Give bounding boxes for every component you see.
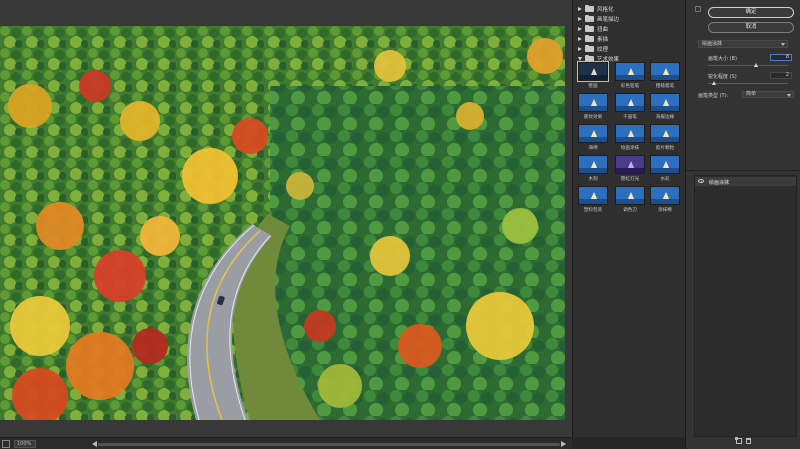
chevron-down-icon <box>781 43 785 46</box>
filter-thumb[interactable]: 调色刀 <box>615 186 645 213</box>
scroll-right-icon[interactable] <box>561 441 566 447</box>
filter-thumb[interactable]: 海报边缘 <box>650 93 680 120</box>
category-folder[interactable]: 纹理 <box>573 44 686 53</box>
filter-thumb-mural[interactable]: 壁画 <box>577 61 609 89</box>
brush-size-slider[interactable] <box>708 63 788 67</box>
brush-type-label: 画笔类型 (T): <box>698 93 729 99</box>
brush-size-field[interactable]: 8 <box>770 54 792 61</box>
effect-layer-row[interactable]: 绘画涂抹 <box>695 177 796 186</box>
slider-handle[interactable] <box>712 81 716 85</box>
collapse-arrow-icon <box>578 56 582 61</box>
eye-icon[interactable] <box>698 179 704 183</box>
brush-type-select[interactable]: 简单 <box>742 91 794 98</box>
filter-thumb[interactable]: 底纹效果 <box>578 93 608 120</box>
status-bar: 100% <box>0 437 572 449</box>
cancel-button[interactable]: 取消 <box>708 22 794 33</box>
filter-thumb[interactable]: 干画笔 <box>615 93 645 120</box>
filter-thumb[interactable]: 木刻 <box>578 155 608 182</box>
folder-icon <box>585 34 594 42</box>
expand-arrow-icon <box>578 16 582 21</box>
folder-icon <box>585 14 594 22</box>
autumn-forest-road-photo <box>0 26 565 420</box>
slider-handle[interactable] <box>754 63 758 67</box>
filter-thumb[interactable]: 彩色铅笔 <box>615 62 645 89</box>
chevron-down-icon <box>787 94 791 97</box>
filter-thumb[interactable]: 胶片颗粒 <box>650 124 680 151</box>
category-folder[interactable]: 素描 <box>573 34 686 43</box>
zoom-toggle-icon[interactable] <box>2 440 10 448</box>
folder-icon <box>585 44 594 52</box>
new-effect-layer-icon[interactable] <box>735 437 742 444</box>
scroll-left-icon[interactable] <box>92 441 97 447</box>
expand-arrow-icon <box>578 46 582 51</box>
filter-thumb[interactable]: 海绵 <box>578 124 608 151</box>
scroll-track[interactable] <box>98 443 560 446</box>
expand-arrow-icon <box>578 26 582 31</box>
brush-size-label: 画笔大小 (B) <box>708 56 737 62</box>
folder-open-icon <box>585 54 594 62</box>
ok-button[interactable]: 确定 <box>708 7 794 18</box>
expand-arrow-icon <box>578 36 582 41</box>
sharpness-field[interactable]: 2 <box>770 72 792 79</box>
filter-settings-panel: 确定 取消 绘画涂抹 画笔大小 (B) 8 锐化程度 (S) 2 画笔类型 (T… <box>685 0 800 449</box>
filter-thumb[interactable]: 塑料包装 <box>578 186 608 213</box>
filter-type-select[interactable]: 绘画涂抹 <box>698 40 788 48</box>
divider <box>686 170 800 171</box>
filter-thumb[interactable]: 霓虹灯光 <box>615 155 645 182</box>
category-folder[interactable]: 风格化 <box>573 4 686 13</box>
horizontal-scrollbar[interactable] <box>92 441 566 447</box>
category-folder[interactable]: 画笔描边 <box>573 14 686 23</box>
preview-image[interactable] <box>0 26 565 420</box>
folder-icon <box>585 4 594 12</box>
folder-icon <box>585 24 594 32</box>
collapse-gallery-icon[interactable] <box>695 6 701 12</box>
filter-thumb-active[interactable]: 绘画涂抹 <box>615 124 645 151</box>
zoom-level-field[interactable]: 100% <box>14 440 36 448</box>
filter-thumb[interactable]: 粗糙蜡笔 <box>650 62 680 89</box>
filter-thumb[interactable]: 涂抹棒 <box>650 186 680 213</box>
expand-arrow-icon <box>578 6 582 11</box>
layer-actions <box>735 437 751 446</box>
filter-thumb[interactable]: 水彩 <box>650 155 680 182</box>
effect-layers-list: 绘画涂抹 <box>694 175 797 437</box>
sharpness-label: 锐化程度 (S) <box>708 74 737 80</box>
sharpness-slider[interactable] <box>708 81 788 85</box>
filter-gallery-panel: 风格化 画笔描边 扭曲 素描 纹理 艺术效果 壁画 彩色铅笔 粗糙蜡笔 底纹效果… <box>572 0 685 437</box>
trash-icon[interactable] <box>746 438 751 444</box>
category-folder[interactable]: 扭曲 <box>573 24 686 33</box>
